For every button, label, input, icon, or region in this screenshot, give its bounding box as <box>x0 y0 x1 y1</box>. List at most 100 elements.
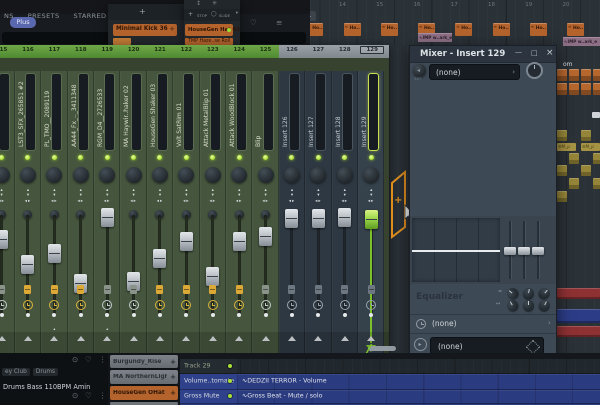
track-lane-3[interactable]: ∿Gross Beat - Mute / solo <box>237 390 600 405</box>
pattern-cell-orange[interactable] <box>593 69 600 81</box>
move-icon[interactable]: + <box>139 7 146 16</box>
channel-number-127[interactable]: 127 <box>305 47 331 53</box>
mixer-channel-127[interactable]: Insert 127▴▾◂▸ <box>305 71 331 366</box>
channel-number-122[interactable]: 122 <box>173 47 199 53</box>
clock-icon[interactable] <box>366 300 376 310</box>
tab-starred[interactable]: STARRED <box>73 12 106 20</box>
plugin-slot-icon[interactable] <box>156 285 163 294</box>
mixer-channel-125[interactable]: Blip▴▾◂▸ <box>252 71 278 366</box>
mute-led[interactable] <box>263 155 268 160</box>
stereo-sep-icon[interactable]: ▴▾ <box>279 189 305 198</box>
pan-knob[interactable] <box>46 167 62 183</box>
pan-arrows-icon[interactable]: ◂▸ <box>147 199 173 204</box>
track-name-2[interactable]: Volume..tomate <box>180 374 237 390</box>
plugin-slot-icon[interactable] <box>24 285 31 294</box>
drag-handle-icon[interactable]: + <box>170 389 176 397</box>
pan-arrows-icon[interactable]: ◂▸ <box>15 199 41 204</box>
record-dot[interactable] <box>237 313 241 317</box>
mixer-channel-115[interactable]: ▴▾◂▸ <box>0 71 15 366</box>
volume-fader[interactable] <box>259 227 272 246</box>
tag-pill[interactable]: Drums <box>33 368 58 376</box>
drag-handle-icon[interactable]: + <box>169 25 175 33</box>
mixer-channel-118[interactable]: AA44_Fx_.._3411348▴▾◂▸ <box>68 71 94 366</box>
eq-band-slider[interactable] <box>532 247 544 255</box>
mute-led[interactable] <box>210 155 215 160</box>
eq-graph[interactable] <box>412 218 500 282</box>
output-icon[interactable]: ▸ <box>414 338 427 351</box>
clock-icon[interactable] <box>234 300 244 310</box>
pan-arrows-icon[interactable]: ◂▸ <box>252 199 278 204</box>
mixer-h-scrollbar[interactable] <box>368 346 396 351</box>
pan-knob[interactable] <box>20 167 36 183</box>
plugin-slot-icon[interactable] <box>183 285 190 294</box>
record-dot[interactable] <box>184 313 188 317</box>
volume-fader[interactable] <box>180 232 193 251</box>
track-active-led[interactable] <box>228 394 232 398</box>
sample-item[interactable]: MA NorthernLights C... + <box>110 370 178 384</box>
top-slot-selector[interactable]: (none) › <box>429 64 520 80</box>
pan-arrows-icon[interactable]: ◂▸ <box>200 199 226 204</box>
pattern-cell-olive[interactable] <box>593 153 600 164</box>
record-dot[interactable] <box>316 313 320 317</box>
pattern-cell-olive[interactable] <box>569 178 579 189</box>
plugin-slot-icon[interactable] <box>77 285 84 294</box>
mixer-channel-129[interactable]: Insert 129▴▾◂▸ <box>358 71 384 366</box>
pan-arrows-icon[interactable]: ◂▸ <box>173 199 199 204</box>
pan-arrows-icon[interactable]: ◂▸ <box>120 199 146 204</box>
kebab-menu-icon[interactable]: ⋮ <box>99 355 107 364</box>
stereo-sep-icon[interactable]: ▴▾ <box>332 189 358 198</box>
tag-pill[interactable]: ey Club <box>2 368 30 376</box>
eq-band-slider[interactable] <box>504 247 516 255</box>
track-lane-2[interactable]: ∿DEDZII TERROR - Volume <box>237 374 600 390</box>
stop-label[interactable]: STOP <box>197 13 207 18</box>
plugin-slot-icon[interactable] <box>209 285 216 294</box>
mute-led[interactable] <box>184 155 189 160</box>
pattern-cell-orange[interactable] <box>569 69 579 81</box>
pattern-cell-orange[interactable] <box>581 83 591 95</box>
track-name-1[interactable]: Track 29 <box>180 359 237 374</box>
mixer-channel-121[interactable]: HouseGen Shaker 03▴▾◂▸ <box>147 71 173 366</box>
pan-arrows-icon[interactable]: ◂▸ <box>0 199 15 204</box>
maximize-button[interactable]: □ <box>531 49 538 57</box>
plugin-slot-icon[interactable] <box>236 285 243 294</box>
pattern-clip-hat[interactable]: ≡ Ho.. <box>530 23 547 36</box>
channel-number-124[interactable]: 124 <box>226 47 252 53</box>
clock-icon[interactable] <box>261 300 271 310</box>
pattern-cell-olive[interactable] <box>557 130 567 141</box>
volume-fader[interactable] <box>206 267 219 286</box>
tool-icon[interactable]: ✳ <box>212 0 217 7</box>
pattern-cell-olive[interactable] <box>557 191 567 202</box>
eq-knob[interactable] <box>522 287 535 300</box>
pan-arrows-icon[interactable]: ◂▸ <box>68 199 94 204</box>
kebab-menu-icon[interactable]: ⋮ <box>99 391 107 400</box>
filter-badge[interactable]: Plus <box>10 17 36 28</box>
pan-arrows-icon[interactable]: ◂▸ <box>358 199 384 204</box>
volume-fader[interactable] <box>48 244 61 263</box>
add-icon[interactable]: + <box>188 11 193 18</box>
slide-label[interactable]: SLIDE <box>219 13 230 18</box>
mixer-channel-126[interactable]: Insert 126▴▾◂▸ <box>279 71 305 366</box>
mute-led[interactable] <box>289 155 294 160</box>
chevron-down-icon[interactable]: ▾ <box>236 11 238 16</box>
picker-item-hat2[interactable]: TMP Haze..se Roll <box>185 38 233 45</box>
volume-fader[interactable] <box>365 210 378 229</box>
pan-arrows-icon[interactable]: ◂▸ <box>279 199 305 204</box>
ext-knob[interactable]: ◂ <box>413 64 426 77</box>
eq-knob[interactable] <box>505 298 520 313</box>
pan-knob[interactable] <box>178 167 194 183</box>
pan-arrows-icon[interactable]: ◂▸ <box>226 199 252 204</box>
clock-icon[interactable] <box>313 300 323 310</box>
pan-knob[interactable] <box>363 167 379 183</box>
channel-number-129[interactable]: 129 <box>360 46 384 54</box>
mute-led[interactable] <box>369 155 374 160</box>
toggle-icon[interactable]: ◯ <box>211 11 217 17</box>
heart-icon[interactable]: ♡ <box>85 355 92 364</box>
pattern-cell-olive[interactable] <box>581 130 591 141</box>
stereo-sep-icon[interactable]: ▴▾ <box>252 189 278 198</box>
volume-fader[interactable] <box>21 255 34 274</box>
mixer-channel-117[interactable]: PL_TMO__2089119▴▾◂▸▴ <box>41 71 67 366</box>
clock-icon[interactable] <box>49 300 59 310</box>
stereo-sep-icon[interactable]: ▴▾ <box>173 189 199 198</box>
pan-knob[interactable] <box>258 167 274 183</box>
channel-number-116[interactable]: 116 <box>15 47 41 53</box>
